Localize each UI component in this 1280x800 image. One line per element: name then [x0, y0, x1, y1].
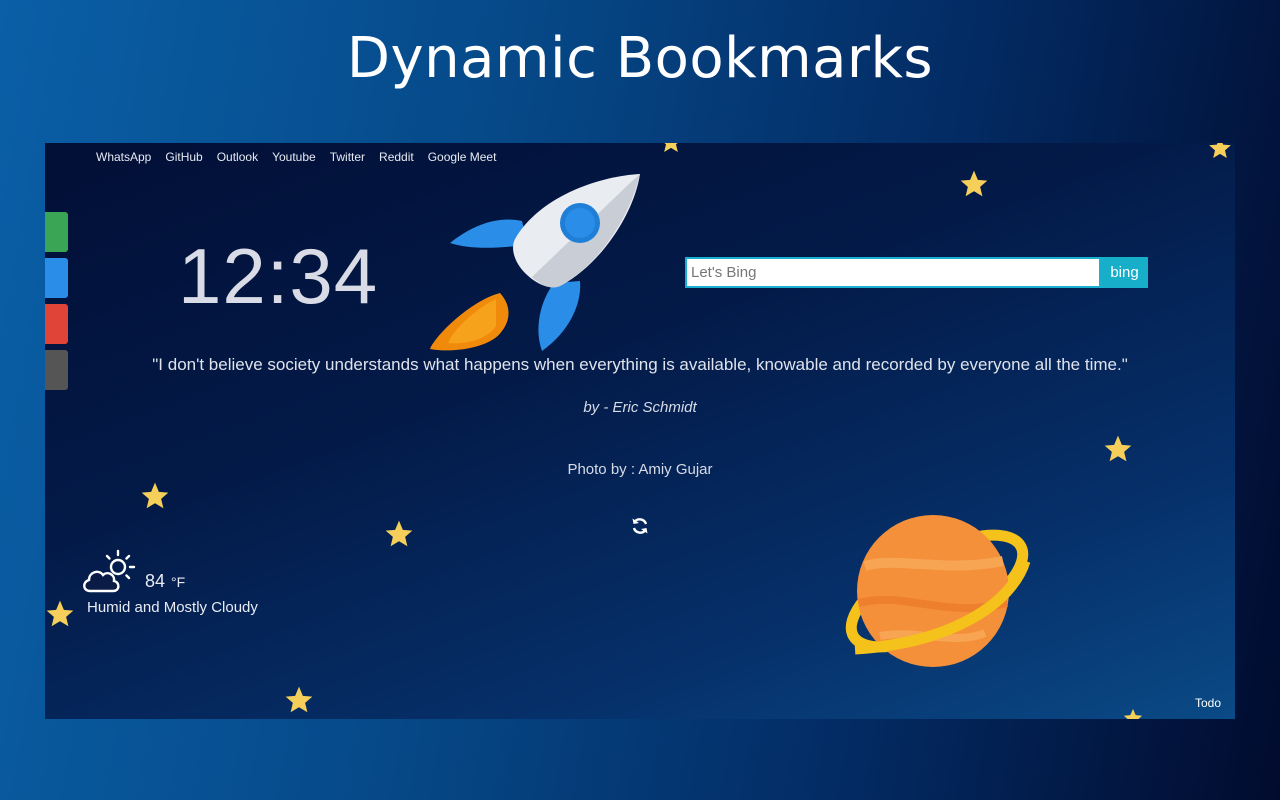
quote-author: by - Eric Schmidt	[583, 399, 697, 416]
star-icon	[141, 482, 169, 509]
banner-title: Dynamic Bookmarks	[346, 26, 934, 91]
temperature-unit: °F	[171, 574, 186, 590]
photo-credit: Photo by : Amiy Gujar	[567, 461, 713, 478]
bing-search-button[interactable]: bing	[1101, 257, 1148, 288]
bookmark-google-meet[interactable]: Google Meet	[421, 150, 504, 164]
bookmark-youtube[interactable]: Youtube	[265, 150, 323, 164]
star-icon	[960, 170, 988, 197]
star-icon	[664, 143, 678, 152]
bookmark-github[interactable]: GitHub	[158, 150, 209, 164]
rocket-illustration	[430, 174, 640, 351]
side-tab-green[interactable]	[45, 212, 68, 252]
partly-cloudy-icon	[83, 549, 136, 593]
weather-temperature: 84 °F	[145, 571, 185, 592]
planet-illustration	[845, 515, 1031, 667]
side-tab-blue[interactable]	[45, 258, 68, 298]
star-icon	[385, 520, 413, 547]
bookmark-reddit[interactable]: Reddit	[372, 150, 421, 164]
star-icon	[1209, 143, 1231, 158]
side-tab-red[interactable]	[45, 304, 68, 344]
star-icon	[1123, 708, 1143, 719]
bookmark-whatsapp[interactable]: WhatsApp	[89, 150, 158, 164]
temperature-value: 84	[145, 571, 166, 591]
search-bar: bing	[685, 257, 1148, 288]
new-tab-screenshot: WhatsApp GitHub Outlook Youtube Twitter …	[45, 143, 1235, 719]
weather-condition: Humid and Mostly Cloudy	[87, 599, 258, 616]
bookmark-twitter[interactable]: Twitter	[323, 150, 372, 164]
todo-button[interactable]: Todo	[1195, 696, 1221, 710]
bookmark-outlook[interactable]: Outlook	[210, 150, 265, 164]
star-icon	[46, 600, 74, 627]
refresh-icon[interactable]	[630, 516, 650, 536]
quote-text: "I don't believe society understands wha…	[152, 355, 1128, 374]
clock: 12:34	[178, 232, 379, 320]
bookmark-bar: WhatsApp GitHub Outlook Youtube Twitter …	[89, 150, 503, 164]
star-icon	[285, 686, 313, 713]
search-input[interactable]	[685, 257, 1101, 288]
